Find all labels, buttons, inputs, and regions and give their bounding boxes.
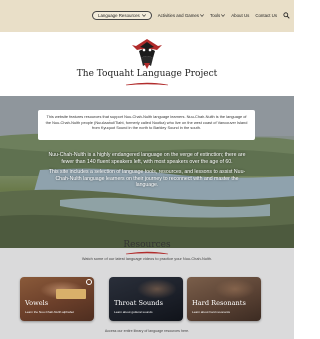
card-subtitle: Learn about guttural sounds	[114, 310, 153, 314]
nav-language-resources-label: Language Resources	[98, 13, 140, 18]
card-title: Vowels	[25, 299, 49, 307]
resource-card-vowels[interactable]: Vowels Learn the Nuu-Chah-Nulth alphabet	[20, 277, 94, 321]
hero-paragraph-1: Nuu-Chah-Nulth is a highly endangered la…	[48, 152, 246, 165]
card-thumbnail	[215, 279, 255, 299]
resources-subtitle: Watch some of our latest language videos…	[81, 256, 213, 261]
resources-title: Resources	[123, 240, 171, 250]
resource-card-throat-sounds[interactable]: Throat Sounds Learn about guttural sound…	[109, 277, 183, 321]
search-icon[interactable]	[283, 12, 290, 19]
chevron-down-icon	[141, 14, 146, 17]
intro-box: This website features resources that sup…	[38, 110, 255, 140]
chevron-down-icon	[221, 14, 226, 17]
title-divider	[125, 82, 169, 86]
logo-icon[interactable]	[128, 36, 166, 72]
resource-card-hard-resonants[interactable]: Hard Resonants Learn about hard resonant…	[187, 277, 261, 321]
hero-text: Nuu-Chah-Nulth is a highly endangered la…	[44, 152, 250, 193]
resources-library-link[interactable]: Access our entire library of language re…	[0, 329, 294, 333]
card-badge	[56, 289, 86, 299]
nav-menu: Language Resources Activities and Games …	[92, 11, 290, 20]
nav-activities-games[interactable]: Activities and Games	[158, 13, 199, 18]
card-title: Hard Resonants	[192, 299, 246, 307]
card-subtitle: Learn the Nuu-Chah-Nulth alphabet	[25, 310, 75, 314]
intro-text: This website features resources that sup…	[45, 114, 248, 131]
card-subtitle: Learn about hard resonants	[192, 310, 231, 314]
hero-banner: This website features resources that sup…	[0, 96, 294, 248]
card-title: Throat Sounds	[114, 299, 164, 307]
nav-language-resources[interactable]: Language Resources	[92, 11, 152, 20]
nav-tools[interactable]: Tools	[210, 13, 220, 18]
chevron-down-icon	[200, 14, 204, 17]
nav-about-us[interactable]: About Us	[231, 13, 249, 18]
hero-paragraph-2: This site includes a selection of langua…	[48, 169, 246, 189]
nav-contact-us[interactable]: Contact Us	[255, 13, 277, 18]
page-title: The Toquaht Language Project	[76, 69, 218, 79]
emblem-icon	[86, 279, 92, 285]
top-nav: Language Resources Activities and Games …	[0, 0, 294, 32]
card-thumbnail	[137, 279, 177, 299]
